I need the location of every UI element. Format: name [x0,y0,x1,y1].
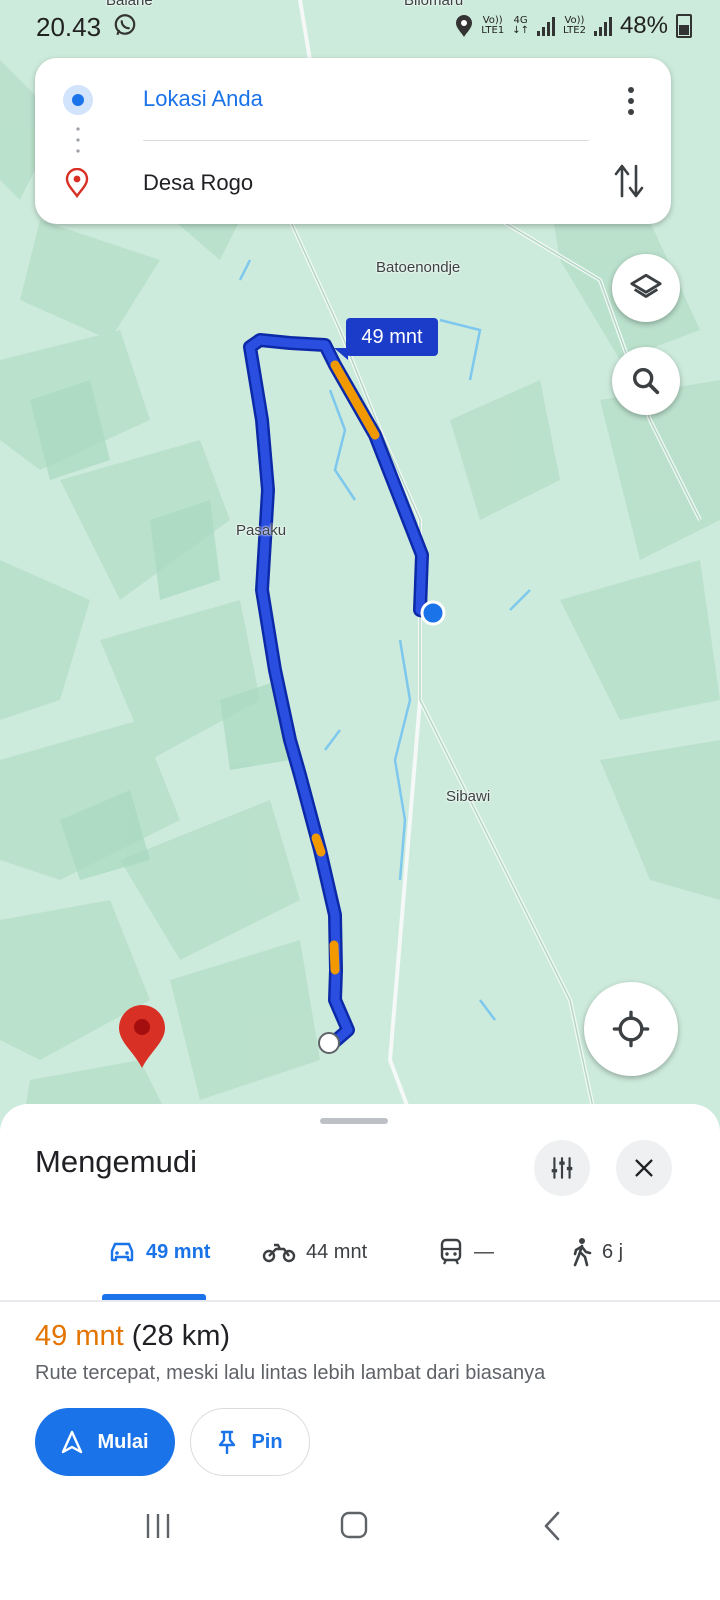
pin-icon [219,1430,236,1454]
close-directions-button[interactable] [616,1140,672,1196]
search-icon [632,367,660,395]
route-input-card: Lokasi Anda Desa Rogo [35,58,671,224]
destination-pin-icon [119,1005,165,1068]
status-bar: 20.43 Vo)) LTE1 4G ↓↑ Vo)) LTE2 48% [0,0,720,56]
sheet-title: Mengemudi [35,1144,197,1179]
battery-percent: 48% [619,12,668,39]
destination-marker-icon [65,168,89,198]
destination-field[interactable]: Desa Rogo [143,170,253,196]
route-description: Rute tercepat, meski lalu lintas lebih l… [35,1362,546,1384]
map-label-batoenondje: Batoenondje [376,259,461,276]
walk-icon [573,1238,592,1267]
navigation-arrow-icon [62,1430,83,1454]
tab-drive-label: 49 mnt [146,1240,211,1263]
sim1-indicator: Vo)) LTE1 [481,15,505,36]
status-time: 20.43 [36,12,102,42]
system-nav-bar [0,1490,720,1600]
tab-motorcycle-label: 44 mnt [306,1240,368,1263]
location-status-icon [456,15,473,37]
car-icon [110,1242,134,1262]
origin-dot-icon [63,85,93,115]
sim2-indicator: Vo)) LTE2 [562,15,586,36]
recent-apps-icon[interactable] [144,1512,172,1540]
route-options-button[interactable] [534,1140,590,1196]
back-icon[interactable] [540,1510,564,1542]
tab-drive[interactable]: 49 mnt [108,1232,210,1272]
tabs-divider [0,1300,720,1302]
travel-mode-tabs: 49 mnt 44 mnt — 6 j [0,1222,720,1300]
signal-bars-2-icon [593,16,612,36]
origin-field[interactable]: Lokasi Anda [143,86,263,112]
route-summary: 49 mnt (28 km) [35,1320,230,1353]
pin-label: Pin [251,1430,283,1453]
layers-icon [630,273,662,298]
map-label-pasaku: Pasaku [236,522,287,539]
signal-bars-icon [536,16,555,36]
close-icon [635,1159,653,1177]
tab-transit[interactable]: — [438,1232,494,1272]
tab-walk[interactable]: 6 j [570,1232,623,1272]
current-location-dot [420,600,446,626]
my-location-icon [612,1010,650,1048]
layers-button[interactable] [612,254,680,322]
more-options-icon[interactable] [619,84,643,118]
tab-transit-label: — [474,1240,494,1263]
swap-direction-icon[interactable] [613,162,645,200]
tune-icon [551,1157,573,1179]
recenter-button[interactable] [584,982,678,1076]
whatsapp-icon [114,14,136,36]
network-indicator: 4G ↓↑ [512,15,529,36]
route-end-dot [318,1032,340,1054]
start-label: Mulai [97,1430,149,1453]
search-along-route-button[interactable] [612,347,680,415]
sheet-drag-handle[interactable] [320,1118,388,1124]
tab-motorcycle[interactable]: 44 mnt [262,1232,367,1272]
route-duration: 49 mnt [35,1320,124,1352]
start-navigation-button[interactable]: Mulai [35,1408,175,1476]
route-distance: (28 km) [131,1320,231,1352]
battery-icon [676,14,692,38]
route-card-divider [143,140,589,141]
transit-icon [440,1238,462,1265]
map-label-sibawi: Sibawi [446,788,491,805]
route-connector-dots [76,127,80,153]
motorcycle-icon [262,1243,296,1263]
home-icon[interactable] [339,1510,369,1540]
pin-route-button[interactable]: Pin [190,1408,310,1476]
eta-bubble[interactable]: 49 mnt [346,318,438,356]
tab-walk-label: 6 j [602,1240,624,1263]
